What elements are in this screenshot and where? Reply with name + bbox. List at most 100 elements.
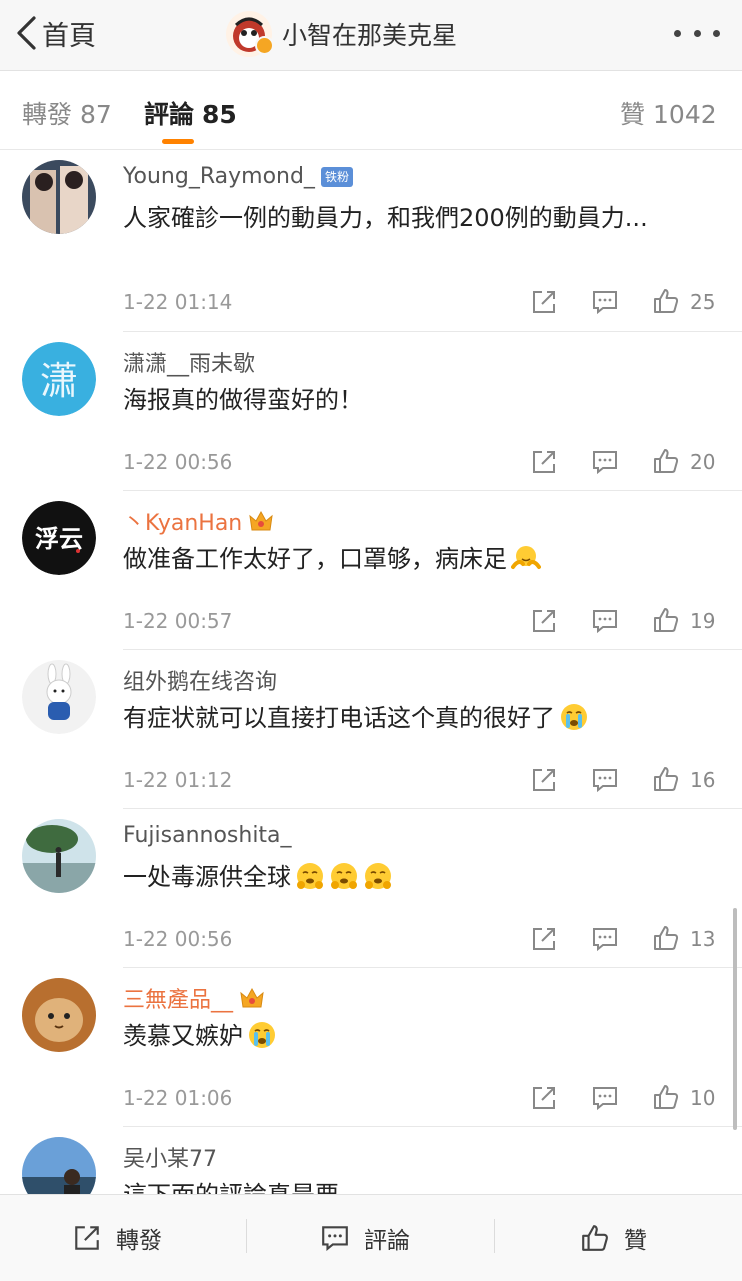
tab-comments[interactable]: 評論 85 [144,95,237,131]
avatar[interactable] [22,660,96,734]
tab-bar: 轉發 87 評論 85 贊 1042 [0,71,742,150]
comment-icon[interactable] [591,925,619,953]
username-text[interactable]: Fujisannoshita_ [123,823,292,848]
crown-vip-icon [249,510,273,531]
avatar[interactable]: 潇 [22,342,96,416]
tab-comments-label: 評論 [144,100,195,129]
comment-text-content: 做准备工作太好了，口罩够，病床足 [123,545,507,573]
shy-emoji-icon [331,863,357,889]
like-icon[interactable] [652,606,680,634]
share-icon[interactable] [530,607,558,635]
comment-item: 组外鹅在线咨询 有症状就可以直接打电话这个真的很好了 1-22 01:12 16 [0,650,742,809]
comment-text: 一处毒源供全球 [123,857,693,897]
like-count: 10 [690,1086,716,1110]
like-icon[interactable] [652,1083,680,1111]
comment-item: 吴小某77 這下面的評論真是要 [0,1127,742,1194]
author-avatar[interactable] [226,11,274,57]
page-title: 小智在那美克星 [282,21,458,50]
comment-icon[interactable] [591,766,619,794]
comment-item: 三無產品__ 羡慕又嫉妒 1-22 01:06 10 [0,968,742,1127]
like-icon[interactable] [652,924,680,952]
comment-label: 評論 [364,1228,410,1254]
like-count: 25 [690,290,716,314]
comment-icon[interactable] [591,607,619,635]
comment-time: 1-22 00:56 [123,450,233,474]
more-icon[interactable] [674,20,720,46]
comment-item: 浮云 丶KyanHan 做准备工作太好了，口罩够，病床足 1-22 00:57 … [0,491,742,650]
like-count: 16 [690,768,716,792]
avatar[interactable]: 浮云 [22,501,96,575]
username[interactable]: 丶KyanHan [123,505,274,537]
share-icon[interactable] [530,1084,558,1112]
repost-button[interactable]: 轉發 [72,1195,162,1281]
comment-text: 做准备工作太好了，口罩够，病床足 [123,539,693,579]
username[interactable]: 组外鹅在线咨询 [123,664,277,696]
username-text[interactable]: 丶KyanHan [123,505,242,537]
comment-item: Young_Raymond_ 铁粉 人家確診一例的動員力，和我們200例的動員力… [0,150,742,332]
scrollbar[interactable] [733,908,737,1130]
avatar[interactable] [22,1137,96,1194]
like-button[interactable]: 贊 [580,1195,647,1281]
divider [246,1219,247,1253]
comment-time: 1-22 00:57 [123,609,233,633]
username-text[interactable]: Young_Raymond_ [123,164,315,189]
like-icon [582,1225,608,1251]
share-icon[interactable] [530,766,558,794]
share-icon [75,1226,99,1250]
comment-item: 潇 潇潇__雨未歇 海报真的做得蛮好的！ 1-22 00:56 20 [0,332,742,491]
like-icon[interactable] [652,765,680,793]
tab-reposts[interactable]: 轉發 87 [22,95,112,131]
share-icon[interactable] [530,925,558,953]
tab-comments-count: 85 [202,100,237,129]
comment-text: 這下面的評論真是要 [123,1175,693,1194]
top-nav-bar: 首頁 小智在那美克星 [0,0,742,71]
comment-time: 1-22 00:56 [123,927,233,951]
like-label: 贊 [624,1228,647,1254]
comment-time: 1-22 01:14 [123,290,233,314]
share-icon[interactable] [530,448,558,476]
back-button[interactable]: 首頁 [14,13,96,53]
avatar[interactable] [22,978,96,1052]
crying-emoji-icon [249,1022,275,1048]
tab-reposts-count: 87 [80,100,112,129]
like-count: 19 [690,609,716,633]
comment-list[interactable]: Young_Raymond_ 铁粉 人家確診一例的動員力，和我們200例的動員力… [0,150,742,1194]
username-text[interactable]: 组外鹅在线咨询 [123,664,277,696]
crying-emoji-icon [561,704,587,730]
comment-icon[interactable] [591,288,619,316]
avatar[interactable] [22,819,96,893]
share-icon[interactable] [530,288,558,316]
username[interactable]: Fujisannoshita_ [123,823,292,848]
username[interactable]: Young_Raymond_ 铁粉 [123,164,353,189]
avatar[interactable] [22,160,96,234]
comment-button[interactable]: 評論 [320,1195,410,1281]
comment-text: 羡慕又嫉妒 [123,1016,693,1056]
username-text[interactable]: 潇潇__雨未歇 [123,346,255,378]
like-icon[interactable] [652,287,680,315]
shy-emoji-icon [365,863,391,889]
username-text[interactable]: 三無產品__ [123,982,233,1014]
like-count: 20 [690,450,716,474]
comment-text-content: 羡慕又嫉妒 [123,1022,243,1050]
username[interactable]: 吴小某77 [123,1141,217,1173]
comment-icon[interactable] [591,1084,619,1112]
tab-likes[interactable]: 贊 1042 [620,95,717,131]
fan-badge: 铁粉 [320,166,353,187]
verified-badge-icon [255,36,274,55]
back-label: 首頁 [42,20,96,52]
username-text[interactable]: 吴小某77 [123,1141,217,1173]
like-count: 13 [690,927,716,951]
comment-text-content: 一处毒源供全球 [123,863,291,891]
tab-likes-count: 1042 [653,100,717,129]
username[interactable]: 潇潇__雨未歇 [123,346,255,378]
comment-text: 有症状就可以直接打电话这个真的很好了 [123,698,693,738]
comment-text: 人家確診一例的動員力，和我們200例的動員力... [123,204,648,232]
comment-item: Fujisannoshita_ 一处毒源供全球 1-22 00:56 13 [0,809,742,968]
svg-text:浮云: 浮云 [35,524,83,553]
username[interactable]: 三無產品__ [123,982,265,1014]
like-icon[interactable] [652,447,680,475]
author-header[interactable]: 小智在那美克星 [226,8,457,60]
comment-icon[interactable] [591,448,619,476]
svg-text:潇: 潇 [40,359,78,403]
bottom-action-bar: 轉發 評論 贊 [0,1194,742,1281]
